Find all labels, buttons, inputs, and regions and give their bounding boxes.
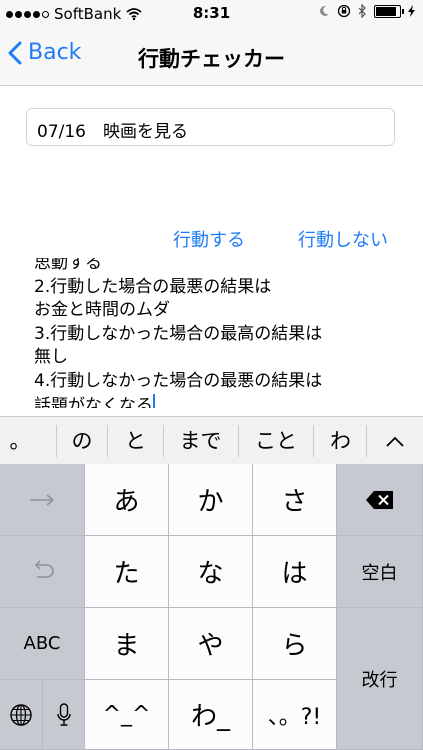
action-entry-field[interactable]: 07/16 映画を見る <box>26 108 395 146</box>
kana-key-punctuation[interactable]: 、。?! <box>253 680 337 750</box>
navigation-bar: Back 行動チェッカー <box>0 28 423 86</box>
notes-line-last: 話題がなくなる <box>34 393 322 408</box>
notes-text-area[interactable]: 思動する 2.行動した場合の最悪の結果は お金と時間のムダ 3.行動しなかった場… <box>0 258 423 408</box>
space-key[interactable]: 空白 <box>337 536 423 608</box>
chevron-up-icon <box>386 436 404 447</box>
status-right <box>318 4 415 18</box>
charging-icon <box>408 5 415 17</box>
kana-key-a[interactable]: あ <box>85 464 169 536</box>
delete-icon <box>365 490 393 509</box>
dont-action-button[interactable]: 行動しない <box>298 226 388 252</box>
kana-key-na[interactable]: な <box>169 536 253 608</box>
notes-line: 話題がなくなる <box>34 395 153 408</box>
return-key[interactable]: 改行 <box>337 608 423 750</box>
status-bar: SoftBank 8:31 <box>0 0 423 28</box>
mic-key[interactable] <box>43 680 85 750</box>
text-cursor <box>153 393 155 408</box>
kana-key-ra[interactable]: ら <box>253 608 337 680</box>
delete-key[interactable] <box>337 464 423 536</box>
kana-key-ma[interactable]: ま <box>85 608 169 680</box>
abc-key[interactable]: ABC <box>0 608 85 680</box>
notes-line: 2.行動した場合の最悪の結果は <box>34 276 272 297</box>
bluetooth-icon <box>358 4 366 18</box>
notes-line: お金と時間のムダ <box>34 300 170 321</box>
do-action-button[interactable]: 行動する <box>173 226 245 252</box>
notes-partial-line: 思動する <box>34 258 102 273</box>
candidate-bar: 。 の と まで こと わい <box>0 416 423 464</box>
globe-key[interactable] <box>0 680 43 750</box>
kana-key-ha[interactable]: は <box>253 536 337 608</box>
candidate-item[interactable]: と <box>108 417 163 465</box>
candidate-item[interactable]: わい <box>314 417 366 465</box>
kana-key-emoticon[interactable]: ^_^ <box>85 680 169 750</box>
notes-line: 3.行動しなかった場合の最高の結果は <box>34 323 323 344</box>
page-title: 行動チェッカー <box>138 47 285 71</box>
candidate-item[interactable]: こと <box>239 417 313 465</box>
battery-icon <box>374 4 404 18</box>
candidate-item[interactable]: まで <box>164 417 237 465</box>
globe-icon <box>10 703 32 726</box>
kana-key-ka[interactable]: か <box>169 464 253 536</box>
candidate-item[interactable]: の <box>57 417 107 465</box>
mic-icon <box>56 702 71 726</box>
kana-keyboard: あ か さ た な は 空白 ABC ま や ら 改行 ^_^ わ_ 、。?! <box>0 464 423 750</box>
moon-icon <box>320 5 329 16</box>
next-key[interactable] <box>0 464 85 536</box>
kana-key-wa[interactable]: わ_ <box>169 680 253 750</box>
undo-key[interactable] <box>0 536 85 608</box>
kana-key-ya[interactable]: や <box>169 608 253 680</box>
rotation-lock-icon <box>337 4 351 18</box>
undo-icon <box>34 559 54 578</box>
arrow-right-icon <box>30 493 55 506</box>
candidate-item[interactable]: 。 <box>0 417 40 465</box>
kana-key-ta[interactable]: た <box>85 536 169 608</box>
notes-line: 無し <box>34 347 68 368</box>
expand-candidates-button[interactable] <box>367 417 423 465</box>
kana-key-sa[interactable]: さ <box>253 464 337 536</box>
notes-line: 4.行動しなかった場合の最悪の結果は <box>34 370 323 391</box>
